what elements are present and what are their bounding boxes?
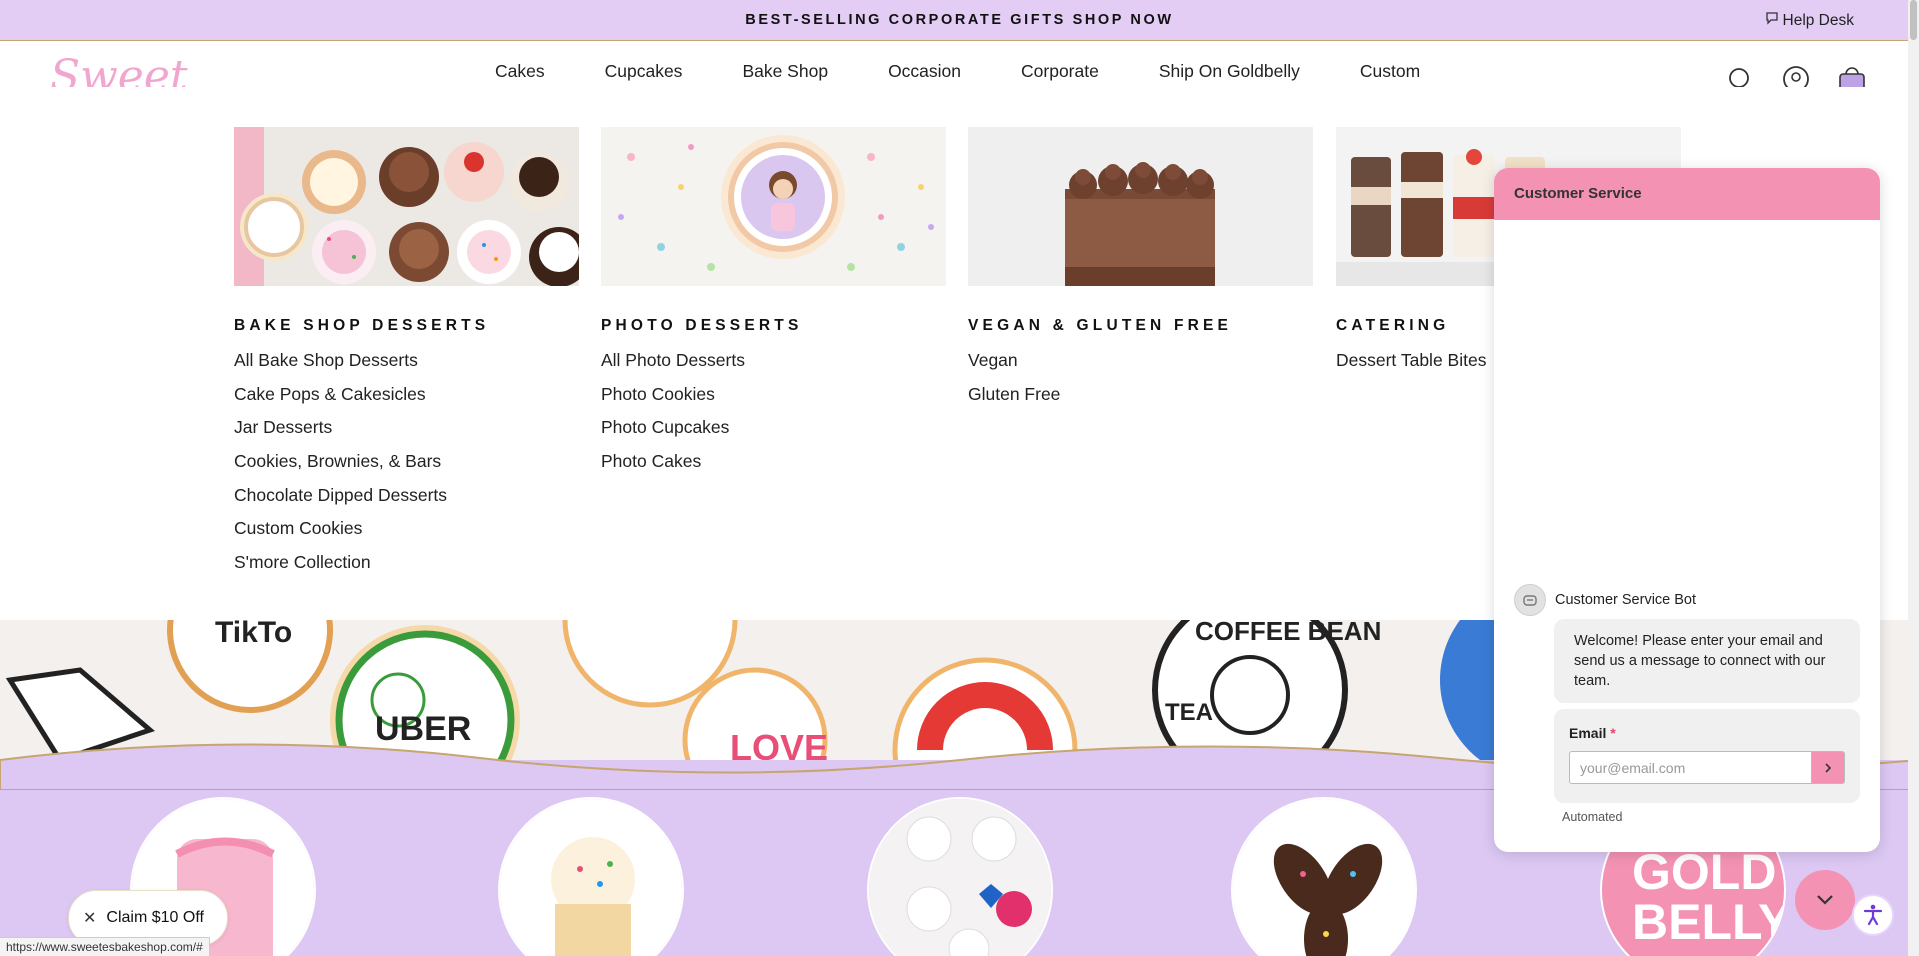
help-desk-label: Help Desk bbox=[1782, 11, 1855, 29]
menu-link[interactable]: Cake Pops & Cakesicles bbox=[234, 383, 579, 417]
menu-column-vegan-gluten-free: VEGAN & GLUTEN FREE Vegan Gluten Free bbox=[968, 127, 1313, 416]
column-links: Vegan Gluten Free bbox=[968, 349, 1313, 416]
menu-link[interactable]: Photo Cupcakes bbox=[601, 416, 946, 450]
email-row bbox=[1569, 751, 1845, 784]
page-scrollbar[interactable] bbox=[1908, 0, 1919, 956]
announcement-bar: BEST-SELLING CORPORATE GIFTS SHOP NOW He… bbox=[0, 0, 1919, 41]
announcement-text[interactable]: BEST-SELLING CORPORATE GIFTS SHOP NOW bbox=[0, 12, 1919, 28]
cart-icon[interactable] bbox=[1835, 65, 1869, 87]
menu-link[interactable]: Gluten Free bbox=[968, 383, 1313, 417]
menu-link[interactable]: Chocolate Dipped Desserts bbox=[234, 484, 579, 518]
email-label-text: Email bbox=[1569, 725, 1607, 741]
column-title: BAKE SHOP DESSERTS bbox=[234, 317, 490, 334]
send-button[interactable] bbox=[1811, 751, 1845, 784]
column-title: PHOTO DESSERTS bbox=[601, 317, 803, 334]
email-form: Email * bbox=[1554, 709, 1860, 803]
nav-item-bake-shop[interactable]: Bake Shop bbox=[728, 61, 842, 91]
chat-widget: Customer Service Customer Service Bot We… bbox=[1494, 168, 1880, 852]
cookie-text-coffee-bean: COFFEE BEAN bbox=[1195, 620, 1381, 646]
chat-header-title: Customer Service bbox=[1494, 168, 1880, 220]
chat-bubble-icon bbox=[1765, 11, 1779, 30]
column-title: VEGAN & GLUTEN FREE bbox=[968, 317, 1233, 334]
goldbelly-text-gold: GOLD bbox=[1632, 844, 1776, 900]
main-nav: Cakes Cupcakes Bake Shop Occasion Corpor… bbox=[495, 61, 1480, 91]
cookie-text-tiktok: TikTo bbox=[215, 620, 292, 649]
menu-link[interactable]: Cookies, Brownies, & Bars bbox=[234, 450, 579, 484]
search-icon[interactable] bbox=[1723, 65, 1757, 87]
email-field[interactable] bbox=[1569, 751, 1811, 784]
photo-desserts-image[interactable] bbox=[601, 127, 946, 286]
bot-row: Customer Service Bot bbox=[1514, 584, 1696, 616]
menu-link[interactable]: All Bake Shop Desserts bbox=[234, 349, 579, 383]
bot-name: Customer Service Bot bbox=[1555, 592, 1697, 608]
chat-toggle-button[interactable] bbox=[1795, 870, 1855, 930]
bake-shop-desserts-image[interactable] bbox=[234, 127, 579, 286]
nav-item-cupcakes[interactable]: Cupcakes bbox=[605, 61, 683, 82]
goldbelly-text-belly: BELLY bbox=[1632, 894, 1786, 950]
close-icon[interactable]: ✕ bbox=[83, 908, 96, 928]
menu-link[interactable]: Vegan bbox=[968, 349, 1313, 383]
nav-item-occasion[interactable]: Occasion bbox=[888, 61, 961, 82]
nav-item-corporate[interactable]: Corporate bbox=[1021, 61, 1099, 82]
automated-label: Automated bbox=[1562, 810, 1623, 824]
email-label: Email * bbox=[1569, 725, 1845, 741]
site-logo[interactable]: Sweet E's bbox=[50, 49, 210, 87]
menu-column-bake-shop: BAKE SHOP DESSERTS All Bake Shop Dessert… bbox=[234, 127, 579, 585]
required-mark: * bbox=[1610, 725, 1616, 741]
cookie-text-tea: TEA bbox=[1165, 699, 1213, 726]
nav-item-cakes[interactable]: Cakes bbox=[495, 61, 545, 82]
nav-item-custom[interactable]: Custom bbox=[1360, 61, 1420, 82]
bot-welcome-message: Welcome! Please enter your email and sen… bbox=[1554, 619, 1860, 703]
vegan-gluten-free-image[interactable] bbox=[968, 127, 1313, 286]
menu-link[interactable]: S'more Collection bbox=[234, 551, 579, 585]
status-bar-url: https://www.sweetesbakeshop.com/# bbox=[0, 937, 210, 956]
menu-link[interactable]: Custom Cookies bbox=[234, 517, 579, 551]
menu-column-photo: PHOTO DESSERTS All Photo Desserts Photo … bbox=[601, 127, 946, 484]
menu-link[interactable]: All Photo Desserts bbox=[601, 349, 946, 383]
site-header: Sweet E's Cakes Cupcakes Bake Shop Occas… bbox=[0, 41, 1919, 91]
scrollbar-thumb[interactable] bbox=[1910, 0, 1917, 40]
help-desk-link[interactable]: Help Desk bbox=[1765, 11, 1855, 30]
header-icons bbox=[1723, 65, 1869, 87]
menu-link[interactable]: Photo Cookies bbox=[601, 383, 946, 417]
account-icon[interactable] bbox=[1779, 65, 1813, 87]
column-links: All Photo Desserts Photo Cookies Photo C… bbox=[601, 349, 946, 484]
menu-link[interactable]: Photo Cakes bbox=[601, 450, 946, 484]
chevron-down-icon bbox=[1817, 895, 1833, 905]
column-links: All Bake Shop Desserts Cake Pops & Cakes… bbox=[234, 349, 579, 585]
menu-link[interactable]: Jar Desserts bbox=[234, 416, 579, 450]
accessibility-icon bbox=[1863, 904, 1883, 926]
claim-label: Claim $10 Off bbox=[106, 909, 204, 926]
nav-item-ship-on-goldbelly[interactable]: Ship On Goldbelly bbox=[1159, 61, 1300, 82]
accessibility-button[interactable] bbox=[1852, 894, 1894, 936]
chevron-right-icon bbox=[1825, 762, 1832, 773]
bot-avatar-icon bbox=[1514, 584, 1546, 616]
